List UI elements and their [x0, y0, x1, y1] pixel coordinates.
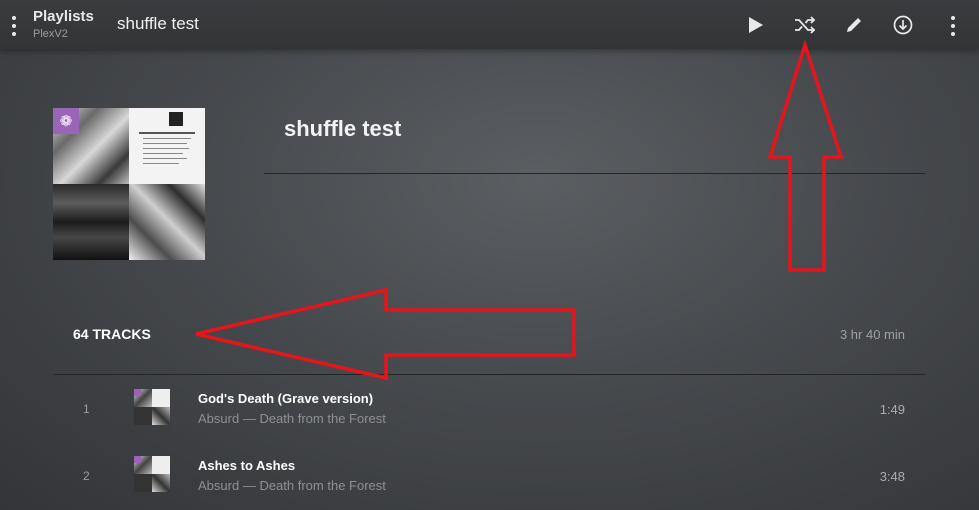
track-thumbnail [134, 456, 170, 492]
annotation-arrow-up [767, 39, 844, 272]
track-number: 2 [83, 469, 90, 483]
edit-button[interactable] [841, 12, 867, 38]
track-duration: 1:49 [879, 402, 905, 417]
track-row[interactable]: 2 Ashes to Ashes Absurd — Death from the… [0, 447, 979, 507]
download-button[interactable] [890, 12, 916, 38]
menu-kebab-icon[interactable] [12, 16, 16, 36]
total-duration: 3 hr 40 min [839, 327, 905, 342]
play-icon [749, 17, 763, 33]
tracks-divider [53, 374, 925, 375]
playlist-title: shuffle test [284, 116, 402, 141]
shuffle-button[interactable] [792, 12, 818, 38]
track-subtitle: Absurd — Death from the Forest [198, 478, 386, 493]
tracks-count: 64 TRACKS [73, 326, 151, 342]
track-artist[interactable]: Absurd [198, 478, 239, 493]
track-separator: — [239, 478, 260, 493]
track-duration: 3:48 [879, 469, 905, 484]
top-bar: Playlists PlexV2 shuffle test [0, 0, 979, 49]
track-subtitle: Absurd — Death from the Forest [198, 411, 386, 426]
play-button[interactable] [743, 12, 769, 38]
shuffle-icon [795, 16, 816, 34]
title-divider [264, 173, 925, 174]
track-thumbnail [134, 389, 170, 425]
track-row[interactable]: 1 God's Death (Grave version) Absurd — D… [0, 380, 979, 440]
track-album[interactable]: Death from the Forest [259, 411, 385, 426]
edit-icon [847, 18, 861, 32]
topbar-playlist-title: shuffle test [117, 14, 199, 33]
track-title[interactable]: Ashes to Ashes [198, 458, 295, 473]
annotation-arrow-left [195, 287, 576, 381]
track-album[interactable]: Death from the Forest [259, 478, 385, 493]
more-kebab-icon[interactable] [951, 16, 955, 36]
track-number: 1 [83, 402, 90, 416]
playlist-artwork: ❁ [53, 108, 205, 260]
download-icon [893, 15, 913, 35]
server-name: PlexV2 [33, 28, 68, 40]
track-title[interactable]: God's Death (Grave version) [198, 391, 373, 406]
track-separator: — [239, 411, 260, 426]
track-artist[interactable]: Absurd [198, 411, 239, 426]
section-title[interactable]: Playlists [33, 8, 94, 25]
playlist-badge-icon: ❁ [53, 108, 79, 134]
